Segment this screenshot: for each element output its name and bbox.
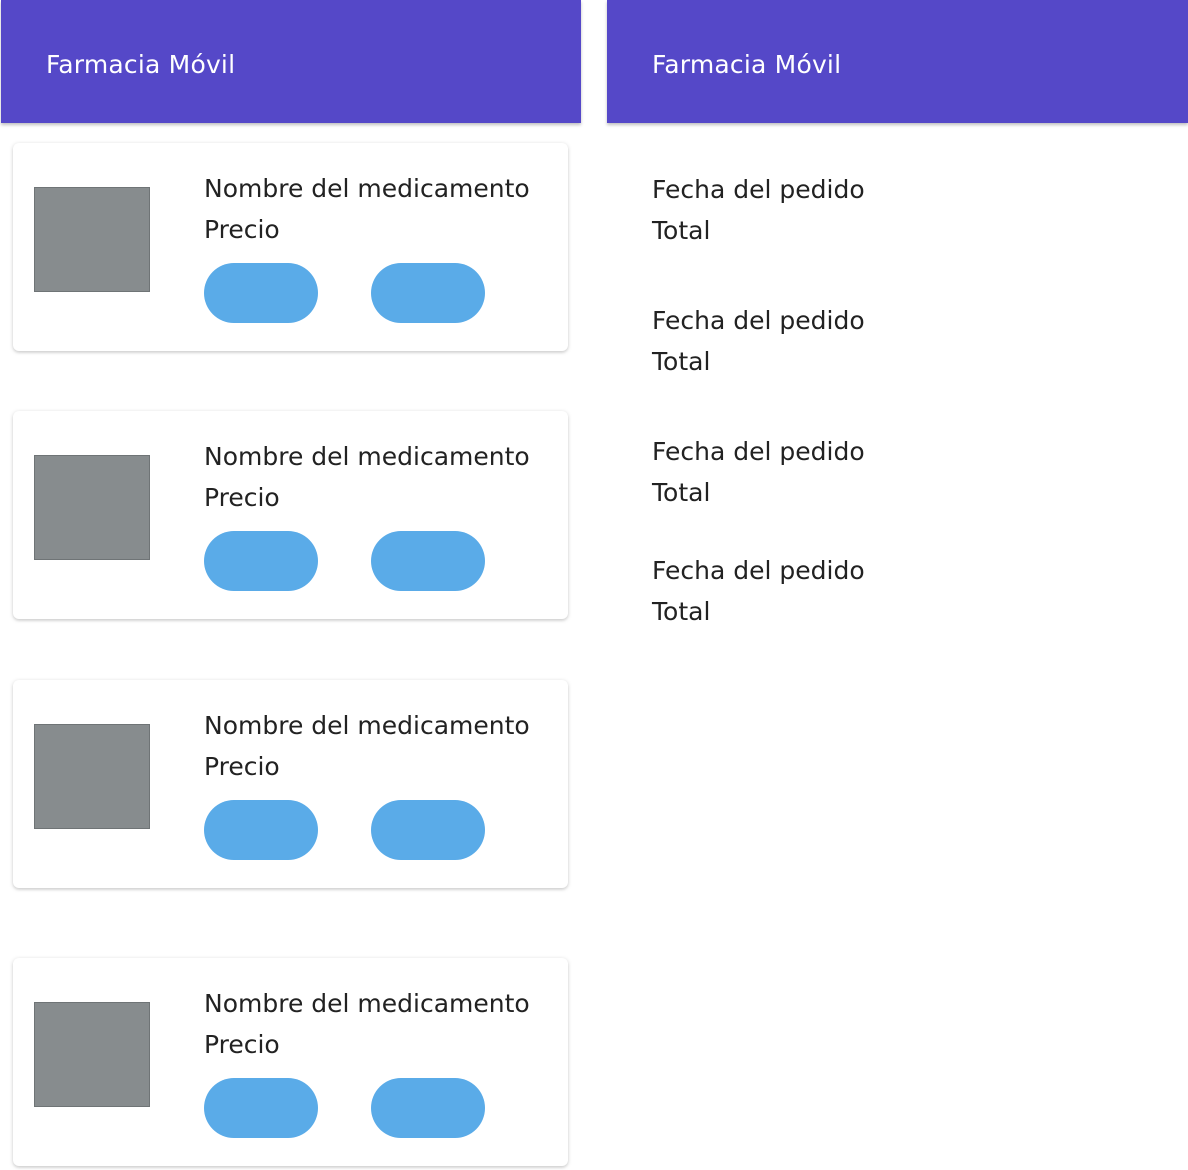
app-title: Farmacia Móvil [652,50,842,79]
app-bar: Farmacia Móvil [607,0,1188,123]
product-card[interactable]: Nombre del medicamento Precio [13,958,568,1166]
order-date: Fecha del pedido [652,556,865,585]
product-image-placeholder [34,724,150,829]
product-action-button-1[interactable] [204,1078,318,1138]
product-action-button-1[interactable] [204,800,318,860]
order-date: Fecha del pedido [652,306,865,335]
product-action-button-2[interactable] [371,800,485,860]
order-date: Fecha del pedido [652,437,865,466]
product-image-placeholder [34,187,150,292]
product-list-screen: Farmacia Móvil Nombre del medicamento Pr… [1,0,581,1170]
product-card[interactable]: Nombre del medicamento Precio [13,680,568,888]
product-card[interactable]: Nombre del medicamento Precio [13,411,568,619]
order-total: Total [652,597,711,626]
product-price: Precio [204,215,280,244]
product-action-button-2[interactable] [371,531,485,591]
order-total: Total [652,478,711,507]
order-total: Total [652,347,711,376]
product-price: Precio [204,752,280,781]
product-action-button-1[interactable] [204,263,318,323]
product-image-placeholder [34,1002,150,1107]
product-image-placeholder [34,455,150,560]
product-card[interactable]: Nombre del medicamento Precio [13,143,568,351]
order-history-screen: Farmacia Móvil Fecha del pedido Total Fe… [607,0,1188,1170]
app-title: Farmacia Móvil [46,50,236,79]
product-name: Nombre del medicamento [204,711,530,740]
product-action-button-2[interactable] [371,1078,485,1138]
product-price: Precio [204,1030,280,1059]
product-name: Nombre del medicamento [204,174,530,203]
product-name: Nombre del medicamento [204,442,530,471]
product-name: Nombre del medicamento [204,989,530,1018]
product-action-button-1[interactable] [204,531,318,591]
order-date: Fecha del pedido [652,175,865,204]
product-action-button-2[interactable] [371,263,485,323]
app-bar: Farmacia Móvil [1,0,581,123]
product-price: Precio [204,483,280,512]
order-total: Total [652,216,711,245]
